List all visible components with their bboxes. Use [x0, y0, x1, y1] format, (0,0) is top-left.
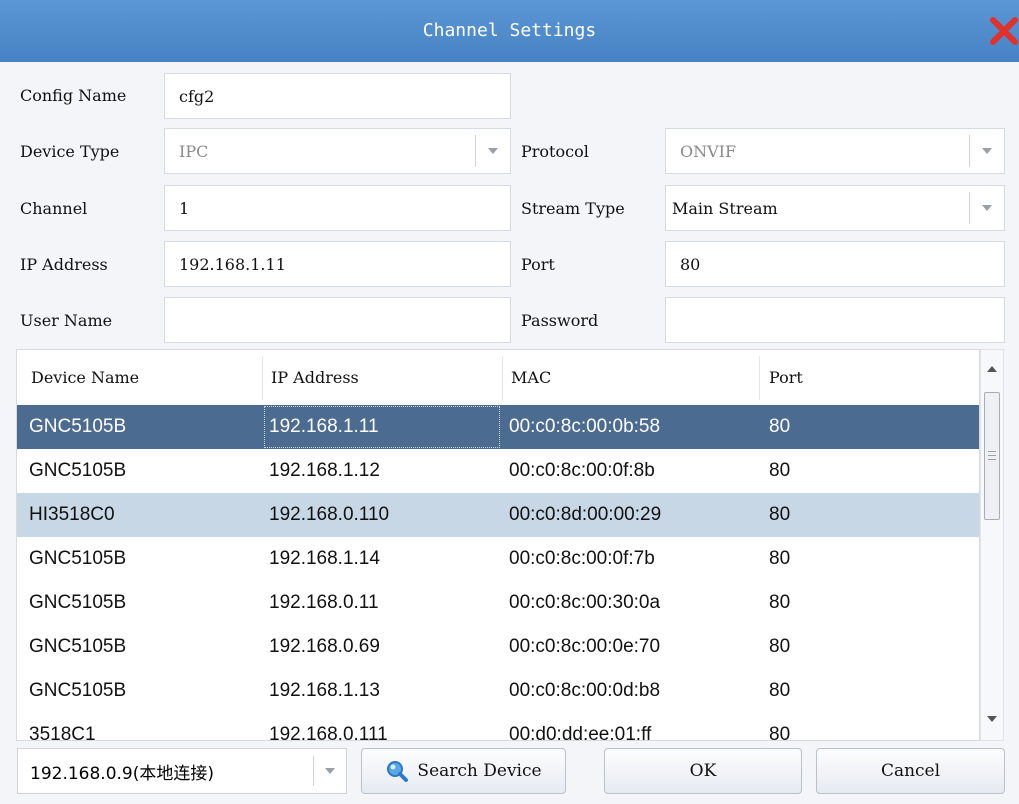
protocol-label: Protocol	[521, 142, 589, 161]
table-row[interactable]: HI3518C0 192.168.0.110 00:c0:8d:00:00:29…	[17, 493, 979, 537]
user-name-label: User Name	[20, 311, 113, 330]
device-type-value: IPC	[179, 141, 209, 161]
channel-settings-dialog: Channel Settings Config Name cfg2 Device…	[0, 0, 1019, 804]
column-header-device-name[interactable]: Device Name	[31, 350, 139, 405]
port-cell: 80	[769, 724, 791, 741]
port-cell: 80	[769, 680, 791, 701]
table-row[interactable]: GNC5105B 192.168.0.11 00:c0:8c:00:30:0a …	[17, 581, 979, 625]
ip-address-cell: 192.168.1.13	[269, 680, 380, 701]
device-name-cell: GNC5105B	[29, 636, 127, 657]
column-header-port[interactable]: Port	[769, 350, 803, 405]
chevron-down-icon[interactable]	[313, 756, 346, 786]
config-name-input[interactable]: cfg2	[164, 73, 511, 119]
mac-cell: 00:c0:8c:00:0b:58	[509, 416, 661, 437]
table-row[interactable]: 3518C1 192.168.0.111 00:d0:dd:ee:01:ff 8…	[17, 713, 979, 741]
scrollbar-thumb[interactable]	[984, 392, 1000, 520]
chevron-down-icon[interactable]	[969, 135, 1004, 167]
table-row[interactable]: GNC5105B 192.168.1.11 00:c0:8c:00:0b:58 …	[17, 405, 979, 449]
ip-address-cell: 192.168.1.12	[269, 460, 380, 481]
table-row[interactable]: GNC5105B 192.168.0.69 00:c0:8c:00:0e:70 …	[17, 625, 979, 669]
mac-cell: 00:c0:8d:00:00:29	[509, 504, 662, 525]
mac-cell: 00:c0:8c:00:0f:7b	[509, 548, 655, 569]
device-name-cell: GNC5105B	[29, 592, 127, 613]
protocol-value: ONVIF	[680, 141, 737, 161]
port-label: Port	[521, 255, 555, 274]
device-name-cell: GNC5105B	[29, 548, 127, 569]
ip-address-cell: 192.168.0.69	[269, 636, 380, 657]
device-type-label: Device Type	[20, 142, 120, 161]
grip-line	[988, 459, 996, 460]
ip-address-cell: 192.168.1.11	[263, 405, 501, 449]
grip-line	[988, 455, 996, 456]
ip-address-cell: 192.168.0.111	[269, 724, 388, 741]
port-cell: 80	[769, 460, 791, 481]
table-header: Device Name IP Address MAC Port	[17, 350, 979, 406]
port-cell: 80	[769, 504, 791, 525]
local-ip-select[interactable]: 192.168.0.9(本地连接)	[17, 748, 347, 794]
search-icon	[387, 761, 409, 782]
grip-line	[988, 451, 996, 452]
port-cell: 80	[769, 416, 791, 437]
protocol-select[interactable]: ONVIF	[665, 128, 1005, 174]
stream-type-label: Stream Type	[521, 199, 625, 218]
search-device-label: Search Device	[417, 761, 542, 781]
stream-type-value: Main Stream	[672, 198, 778, 218]
column-divider[interactable]	[502, 356, 503, 400]
scroll-up-arrow-icon[interactable]	[987, 366, 997, 372]
mac-cell: 00:d0:dd:ee:01:ff	[509, 724, 652, 741]
column-divider[interactable]	[759, 356, 760, 400]
device-name-cell: GNC5105B	[29, 416, 127, 437]
chevron-down-icon[interactable]	[475, 135, 510, 167]
mac-cell: 00:c0:8c:00:0f:8b	[509, 460, 655, 481]
ip-address-cell: 192.168.0.11	[269, 592, 379, 613]
dialog-title: Channel Settings	[422, 20, 597, 41]
column-header-ip-address[interactable]: IP Address	[271, 350, 359, 405]
port-cell: 80	[769, 592, 791, 613]
stream-type-select[interactable]: Main Stream	[665, 185, 1005, 231]
port-input[interactable]: 80	[665, 241, 1005, 287]
password-input[interactable]	[665, 297, 1005, 343]
table-row[interactable]: GNC5105B 192.168.1.14 00:c0:8c:00:0f:7b …	[17, 537, 979, 581]
device-name-cell: HI3518C0	[29, 504, 115, 525]
ip-address-label: IP Address	[20, 255, 108, 274]
table-row[interactable]: GNC5105B 192.168.1.12 00:c0:8c:00:0f:8b …	[17, 449, 979, 493]
ip-address-cell: 192.168.1.14	[269, 548, 380, 569]
channel-label: Channel	[20, 199, 88, 218]
channel-input[interactable]: 1	[164, 185, 511, 231]
device-name-cell: 3518C1	[29, 724, 96, 741]
search-device-button[interactable]: Search Device	[361, 748, 566, 794]
port-cell: 80	[769, 548, 791, 569]
device-type-select[interactable]: IPC	[164, 128, 511, 174]
close-icon[interactable]	[987, 14, 1019, 48]
ip-address-input[interactable]: 192.168.1.11	[164, 241, 511, 287]
mac-cell: 00:c0:8c:00:0e:70	[509, 636, 661, 657]
password-label: Password	[521, 311, 599, 330]
column-header-mac[interactable]: MAC	[511, 350, 551, 405]
device-table: Device Name IP Address MAC Port GNC5105B…	[16, 349, 980, 741]
port-cell: 80	[769, 636, 791, 657]
title-bar[interactable]: Channel Settings	[0, 0, 1019, 62]
scroll-down-arrow-icon[interactable]	[987, 716, 997, 722]
chevron-down-icon[interactable]	[969, 192, 1004, 224]
local-ip-value: 192.168.0.9(本地连接)	[30, 763, 215, 784]
column-divider[interactable]	[262, 356, 263, 400]
table-scrollbar[interactable]	[980, 349, 1004, 741]
table-row[interactable]: GNC5105B 192.168.1.13 00:c0:8c:00:0d:b8 …	[17, 669, 979, 713]
user-name-input[interactable]	[164, 297, 511, 343]
ok-button[interactable]: OK	[604, 748, 802, 794]
config-name-label: Config Name	[20, 86, 127, 105]
cancel-button[interactable]: Cancel	[816, 748, 1005, 794]
mac-cell: 00:c0:8c:00:30:0a	[509, 592, 661, 613]
mac-cell: 00:c0:8c:00:0d:b8	[509, 680, 661, 701]
ip-address-cell: 192.168.0.110	[269, 504, 390, 525]
device-name-cell: GNC5105B	[29, 460, 127, 481]
device-name-cell: GNC5105B	[29, 680, 127, 701]
